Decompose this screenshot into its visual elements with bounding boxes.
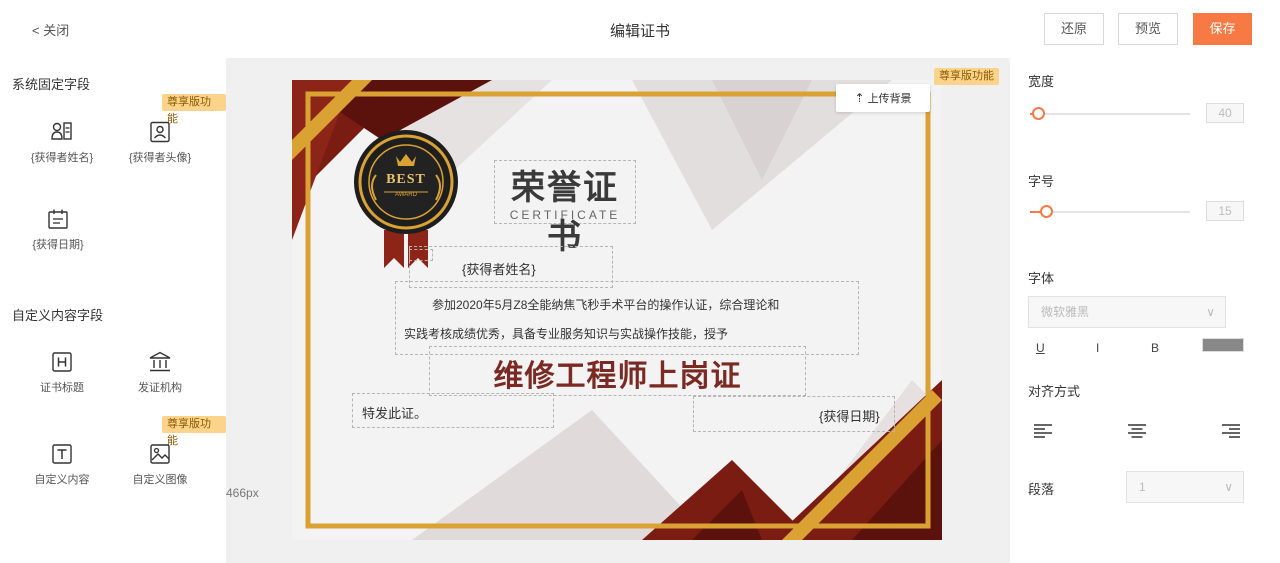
chevron-down-icon: ∨ <box>1206 305 1215 319</box>
premium-badge: 尊享版功能 <box>934 68 999 85</box>
closing-text: 特发此证。 <box>362 406 428 421</box>
fontsize-label: 字号 <box>1028 174 1055 189</box>
align-right-icon[interactable] <box>1222 424 1240 438</box>
body-line-2: 实践考核成绩优秀，具备专业服务知识与实战操作技能，授予 <box>404 327 729 341</box>
field-custom-image[interactable]: 自定义图像 <box>120 443 200 487</box>
portrait-icon <box>150 121 170 143</box>
width-slider-handle[interactable] <box>1032 107 1045 120</box>
image-icon <box>150 444 170 464</box>
preview-button[interactable]: 预览 <box>1118 13 1178 45</box>
font-select[interactable]: 微软雅黑 ∨ <box>1028 296 1226 328</box>
width-input[interactable]: 40 <box>1206 103 1244 123</box>
recipient-name-placeholder: {获得者姓名} <box>462 262 536 277</box>
chevron-down-icon: ∨ <box>1224 480 1233 494</box>
calendar-icon <box>48 209 68 229</box>
field-label: {获得者头像} <box>128 152 192 164</box>
font-select-value: 微软雅黑 <box>1041 305 1090 319</box>
field-label: 自定义内容 <box>34 474 90 486</box>
heading-icon <box>52 352 72 372</box>
align-left-icon[interactable] <box>1034 424 1052 438</box>
custom-fields-title: 自定义内容字段 <box>12 308 104 323</box>
field-award-date[interactable]: {获得日期} <box>18 208 98 252</box>
paragraph-select-value: 1 <box>1139 480 1146 494</box>
seal-award-text: AWARD <box>395 192 417 198</box>
properties-panel: 宽度 40 字号 15 字体 微软雅黑 ∨ U I B 对齐方式 段落 1 ∨ <box>1010 58 1280 563</box>
certificate-subtitle: CERTIFICATE <box>509 208 621 222</box>
fontsize-slider-handle[interactable] <box>1040 205 1053 218</box>
underline-button[interactable]: U <box>1036 341 1045 355</box>
paragraph-label: 段落 <box>1028 482 1055 497</box>
align-center-icon[interactable] <box>1128 424 1146 438</box>
text-icon <box>52 444 72 464</box>
field-label: {获得者姓名} <box>30 152 94 164</box>
fixed-fields-title: 系统固定字段 <box>12 77 91 92</box>
seal-best-text: BEST <box>386 172 426 187</box>
restore-button[interactable]: 还原 <box>1044 13 1104 45</box>
fontsize-slider-track[interactable] <box>1030 211 1190 213</box>
width-slider-track[interactable] <box>1030 113 1190 115</box>
italic-button[interactable]: I <box>1096 341 1099 355</box>
field-label: 发证机构 <box>138 382 182 394</box>
upload-background-button[interactable]: ⇡ 上传背景 <box>836 84 930 112</box>
award-title: 维修工程师上岗证 <box>493 360 742 393</box>
font-label: 字体 <box>1028 271 1055 286</box>
canvas-size-label: 466px <box>226 486 259 500</box>
field-label: {获得日期} <box>32 239 84 251</box>
institution-icon <box>149 351 171 372</box>
upload-icon: ⇡ <box>854 91 865 105</box>
field-recipient-avatar[interactable]: {获得者头像} <box>120 121 200 165</box>
top-bar: < 关闭 编辑证书 还原 预览 保存 <box>0 0 1280 58</box>
width-label: 宽度 <box>1028 74 1055 89</box>
name-field-handle <box>409 249 433 261</box>
canvas-area: 466px BEST AWARD 荣誉证书 CERTIFICATE {获得者姓名… <box>226 58 1010 563</box>
field-recipient-name[interactable]: {获得者姓名} <box>22 121 102 165</box>
body-line-1: 参加2020年5月Z8全能纳焦飞秒手术平台的操作认证，综合理论和 <box>432 298 780 312</box>
align-label: 对齐方式 <box>1028 384 1081 399</box>
premium-badge: 尊享版功能 <box>162 416 226 447</box>
date-placeholder: {获得日期} <box>819 409 880 424</box>
field-certificate-title[interactable]: 证书标题 <box>22 351 102 395</box>
field-panel: 系统固定字段 尊享版功能 {获得者姓名} {获得者头像} {获得日期} 自定义内… <box>0 58 226 563</box>
upload-label: 上传背景 <box>867 93 912 105</box>
person-card-icon <box>51 122 72 140</box>
paragraph-select[interactable]: 1 ∨ <box>1126 471 1244 503</box>
fontsize-input[interactable]: 15 <box>1206 201 1244 221</box>
field-label: 自定义图像 <box>132 474 188 486</box>
field-label: 证书标题 <box>40 382 84 394</box>
save-button[interactable]: 保存 <box>1193 13 1252 45</box>
body-text-box[interactable] <box>395 281 859 355</box>
bold-button[interactable]: B <box>1151 341 1159 355</box>
field-custom-text[interactable]: 自定义内容 <box>22 443 102 487</box>
certificate-canvas: BEST AWARD 荣誉证书 CERTIFICATE {获得者姓名} 参加20… <box>292 80 942 540</box>
text-color-swatch[interactable] <box>1202 338 1244 352</box>
field-issuer[interactable]: 发证机构 <box>120 351 200 395</box>
premium-badge: 尊享版功能 <box>162 94 226 125</box>
